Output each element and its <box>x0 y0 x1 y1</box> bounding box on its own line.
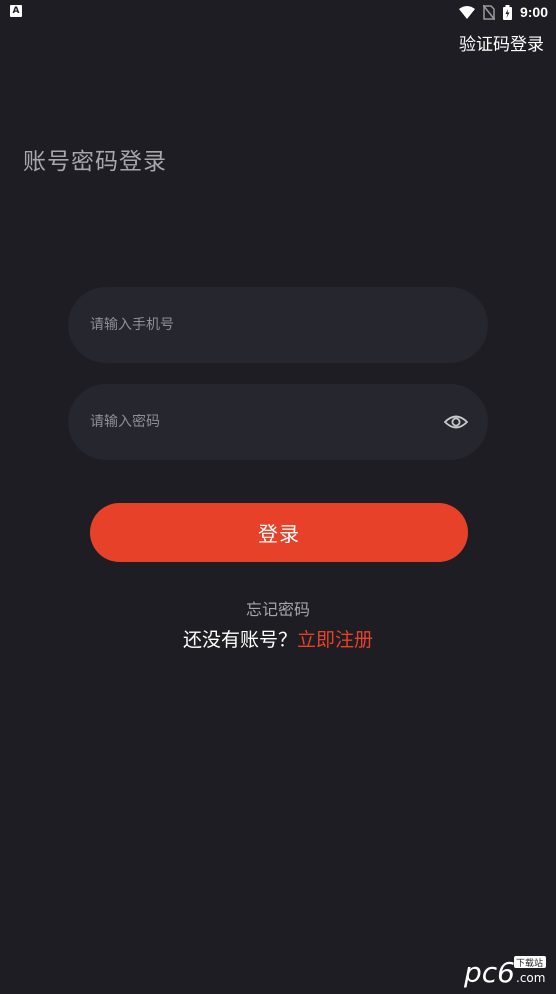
login-button[interactable]: 登录 <box>90 503 468 562</box>
forgot-password-link[interactable]: 忘记密码 <box>0 596 556 620</box>
no-sim-icon <box>482 4 495 20</box>
pc6-watermark-logo: pc6 下载站 .com <box>464 948 548 988</box>
register-row: 还没有账号？立即注册 <box>0 625 556 652</box>
register-prompt: 还没有账号？ <box>182 629 297 651</box>
page-title: 账号密码登录 <box>23 149 167 175</box>
app-notification-icon: A <box>10 5 22 17</box>
wifi-icon <box>458 5 475 19</box>
status-bar: A 9:00 <box>0 0 556 24</box>
sms-login-link[interactable]: 验证码登录 <box>459 30 544 55</box>
status-time: 9:00 <box>519 4 548 20</box>
password-input[interactable] <box>90 414 420 430</box>
phone-input[interactable] <box>90 317 420 333</box>
battery-icon <box>502 4 512 20</box>
password-field-container <box>68 384 488 460</box>
watermark-domain: .com <box>516 971 545 985</box>
status-icons: 9:00 <box>458 3 548 21</box>
phone-field-container <box>68 287 488 363</box>
watermark-sub-label: 下载站 <box>516 957 543 969</box>
register-link[interactable]: 立即注册 <box>297 629 373 651</box>
watermark-logo-text: pc6 <box>464 956 515 988</box>
eye-icon[interactable] <box>444 411 468 433</box>
